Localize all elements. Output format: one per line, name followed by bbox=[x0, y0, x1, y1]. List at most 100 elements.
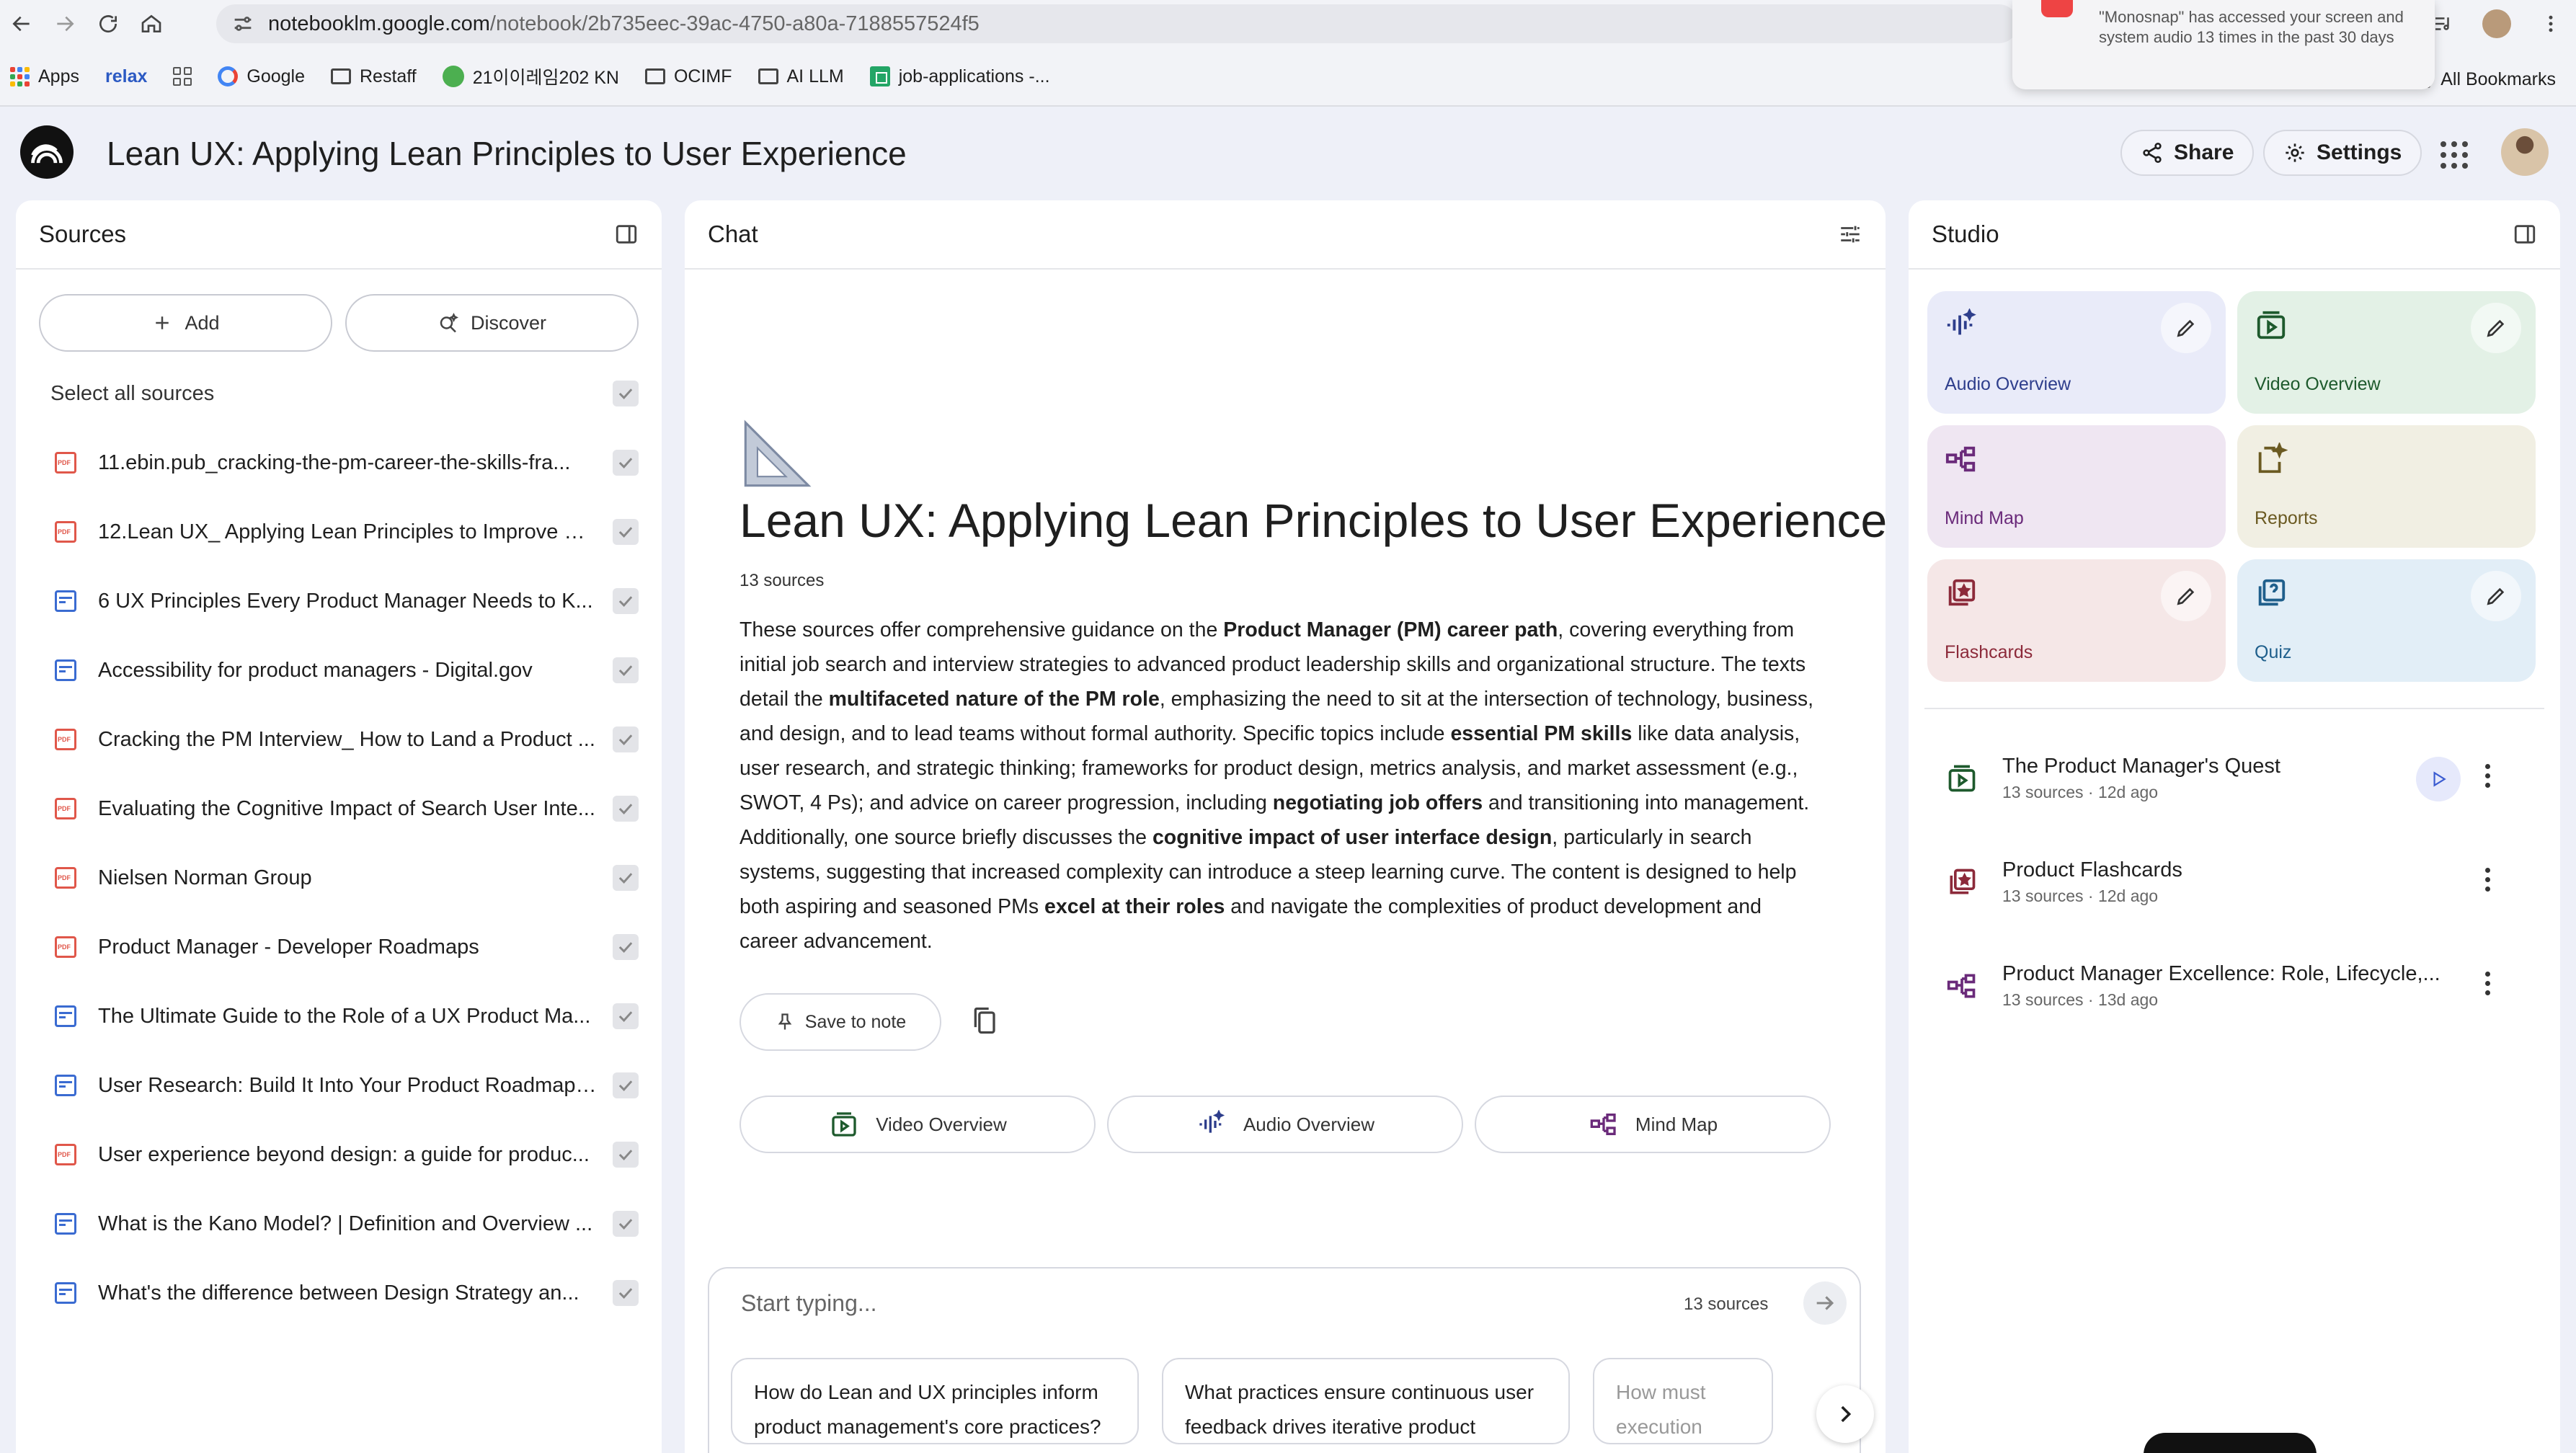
home-button[interactable] bbox=[130, 0, 173, 48]
reload-button[interactable] bbox=[86, 0, 130, 48]
source-item[interactable]: What is the Kano Model? | Definition and… bbox=[16, 1189, 662, 1258]
suggestion-chip[interactable]: What practices ensure continuous user fe… bbox=[1162, 1358, 1570, 1444]
media-control-icon[interactable] bbox=[2432, 13, 2453, 35]
source-item[interactable]: What's the difference between Design Str… bbox=[16, 1258, 662, 1328]
user-avatar[interactable] bbox=[2501, 128, 2549, 176]
bookmark-apps[interactable]: Apps bbox=[10, 66, 79, 87]
bookmark-label: Google bbox=[247, 66, 305, 86]
site-settings-icon[interactable] bbox=[231, 12, 255, 36]
source-item[interactable]: Nielsen Norman Group bbox=[16, 843, 662, 912]
summary-text: These sources offer comprehensive guidan… bbox=[740, 618, 1224, 641]
source-checkbox[interactable] bbox=[613, 588, 639, 614]
more-options-icon[interactable] bbox=[2485, 972, 2490, 995]
source-checkbox[interactable] bbox=[613, 657, 639, 683]
play-button[interactable] bbox=[2416, 757, 2461, 801]
back-button[interactable] bbox=[0, 0, 43, 48]
share-button[interactable]: Share bbox=[2120, 130, 2255, 176]
source-checkbox[interactable] bbox=[613, 1142, 639, 1168]
artifact-item[interactable]: The Product Manager's Quest 13 sources ·… bbox=[1909, 726, 2560, 830]
source-item[interactable]: 11.ebin.pub_cracking-the-pm-career-the-s… bbox=[16, 428, 662, 497]
address-bar[interactable]: notebooklm.google.com/notebook/2b735eec-… bbox=[216, 4, 2018, 43]
source-item[interactable]: User Research: Build It Into Your Produc… bbox=[16, 1051, 662, 1120]
bookmark-ai-llm[interactable]: AI LLM bbox=[758, 66, 844, 87]
add-note-button[interactable] bbox=[2144, 1433, 2317, 1453]
google-apps-icon[interactable] bbox=[2440, 141, 2468, 169]
more-options-icon[interactable] bbox=[2485, 764, 2490, 788]
reports-tile[interactable]: Reports bbox=[2237, 425, 2536, 548]
kebab-menu-icon[interactable] bbox=[2540, 13, 2562, 35]
edit-video-overview-button[interactable] bbox=[2471, 303, 2521, 353]
source-checkbox[interactable] bbox=[613, 519, 639, 545]
bookmark-kn[interactable]: 21이이레임202 KN bbox=[442, 63, 619, 89]
next-suggestions-button[interactable] bbox=[1816, 1385, 1874, 1443]
source-checkbox[interactable] bbox=[613, 1072, 639, 1098]
play-icon bbox=[2433, 771, 2446, 787]
bookmark-restaff[interactable]: Restaff bbox=[331, 66, 417, 87]
source-checkbox[interactable] bbox=[613, 796, 639, 822]
bookmark-ocimf[interactable]: OCIMF bbox=[644, 66, 732, 87]
bookmark-relax[interactable]: relax bbox=[105, 66, 147, 87]
tab-groups-icon bbox=[173, 67, 192, 86]
suggestion-chip[interactable]: How do Lean and UX principles inform pro… bbox=[731, 1358, 1139, 1444]
collapse-panel-icon[interactable] bbox=[614, 222, 639, 246]
source-checkbox[interactable] bbox=[613, 726, 639, 752]
audio-overview-button[interactable]: Audio Overview bbox=[1107, 1096, 1463, 1153]
send-button[interactable] bbox=[1803, 1281, 1847, 1325]
apps-grid-icon bbox=[10, 66, 30, 86]
bookmark-job-applications[interactable]: job-applications -... bbox=[869, 66, 1050, 87]
save-to-note-button[interactable]: Save to note bbox=[740, 993, 941, 1051]
source-item[interactable]: Cracking the PM Interview_ How to Land a… bbox=[16, 705, 662, 774]
source-item[interactable]: Product Manager - Developer Roadmaps bbox=[16, 912, 662, 982]
settings-button[interactable]: Settings bbox=[2263, 130, 2422, 176]
add-source-button[interactable]: Add bbox=[39, 294, 332, 352]
edit-flashcards-button[interactable] bbox=[2161, 571, 2211, 621]
source-item[interactable]: 6 UX Principles Every Product Manager Ne… bbox=[16, 566, 662, 636]
more-options-icon[interactable] bbox=[2485, 868, 2490, 892]
forward-button[interactable] bbox=[43, 0, 86, 48]
artifact-item[interactable]: Product Manager Excellence: Role, Lifecy… bbox=[1909, 934, 2560, 1038]
notebooklm-logo[interactable] bbox=[20, 125, 74, 179]
chat-input[interactable]: Start typing... bbox=[741, 1290, 877, 1317]
discover-sources-button[interactable]: Discover bbox=[345, 294, 639, 352]
source-item[interactable]: 12.Lean UX_ Applying Lean Principles to … bbox=[16, 497, 662, 566]
notebook-title[interactable]: Lean UX: Applying Lean Principles to Use… bbox=[107, 134, 907, 173]
pdf-icon bbox=[55, 729, 76, 750]
notification-text: "Monosnap" has accessed your screen and … bbox=[2099, 8, 2404, 46]
edit-audio-overview-button[interactable] bbox=[2161, 303, 2211, 353]
audio-overview-tile[interactable]: Audio Overview bbox=[1927, 291, 2226, 414]
pdf-icon bbox=[55, 1144, 76, 1165]
select-all-row[interactable]: Select all sources bbox=[16, 359, 662, 428]
source-checkbox[interactable] bbox=[613, 1003, 639, 1029]
video-overview-button[interactable]: Video Overview bbox=[740, 1096, 1096, 1153]
edit-quiz-button[interactable] bbox=[2471, 571, 2521, 621]
suggestion-chip[interactable]: How must execution bbox=[1593, 1358, 1773, 1444]
url-path: /notebook/2b735eec-39ac-4750-a80a-718855… bbox=[489, 12, 980, 35]
mind-map-button[interactable]: Mind Map bbox=[1475, 1096, 1831, 1153]
source-checkbox[interactable] bbox=[613, 450, 639, 476]
artifact-item[interactable]: Product Flashcards 13 sources · 12d ago bbox=[1909, 830, 2560, 934]
profile-avatar[interactable] bbox=[2482, 9, 2511, 38]
select-all-checkbox[interactable] bbox=[613, 381, 639, 406]
source-item[interactable]: User experience beyond design: a guide f… bbox=[16, 1120, 662, 1189]
source-checkbox[interactable] bbox=[613, 1211, 639, 1237]
bookmark-tab-groups[interactable] bbox=[173, 67, 192, 86]
source-item[interactable]: The Ultimate Guide to the Role of a UX P… bbox=[16, 982, 662, 1051]
source-checkbox[interactable] bbox=[613, 1280, 639, 1306]
source-item[interactable]: Evaluating the Cognitive Impact of Searc… bbox=[16, 774, 662, 843]
arrow-left-icon bbox=[12, 16, 30, 32]
quiz-tile[interactable]: Quiz bbox=[2237, 559, 2536, 682]
source-item[interactable]: Accessibility for product managers - Dig… bbox=[16, 636, 662, 705]
video-overview-tile[interactable]: Video Overview bbox=[2237, 291, 2536, 414]
bookmark-google[interactable]: Google bbox=[218, 66, 305, 87]
collapse-panel-icon[interactable] bbox=[2513, 222, 2537, 246]
flashcards-tile[interactable]: Flashcards bbox=[1927, 559, 2226, 682]
mind-map-tile[interactable]: Mind Map bbox=[1927, 425, 2226, 548]
source-checkbox[interactable] bbox=[613, 865, 639, 891]
source-checkbox[interactable] bbox=[613, 934, 639, 960]
tune-icon[interactable] bbox=[1838, 222, 1862, 246]
artifact-title: Product Flashcards bbox=[2002, 858, 2182, 881]
url-host: notebooklm.google.com bbox=[268, 12, 490, 35]
mind-map-icon bbox=[1947, 974, 1976, 998]
monosnap-notification[interactable]: "Monosnap" has accessed your screen and … bbox=[2012, 0, 2435, 89]
copy-icon[interactable] bbox=[970, 1005, 1002, 1036]
